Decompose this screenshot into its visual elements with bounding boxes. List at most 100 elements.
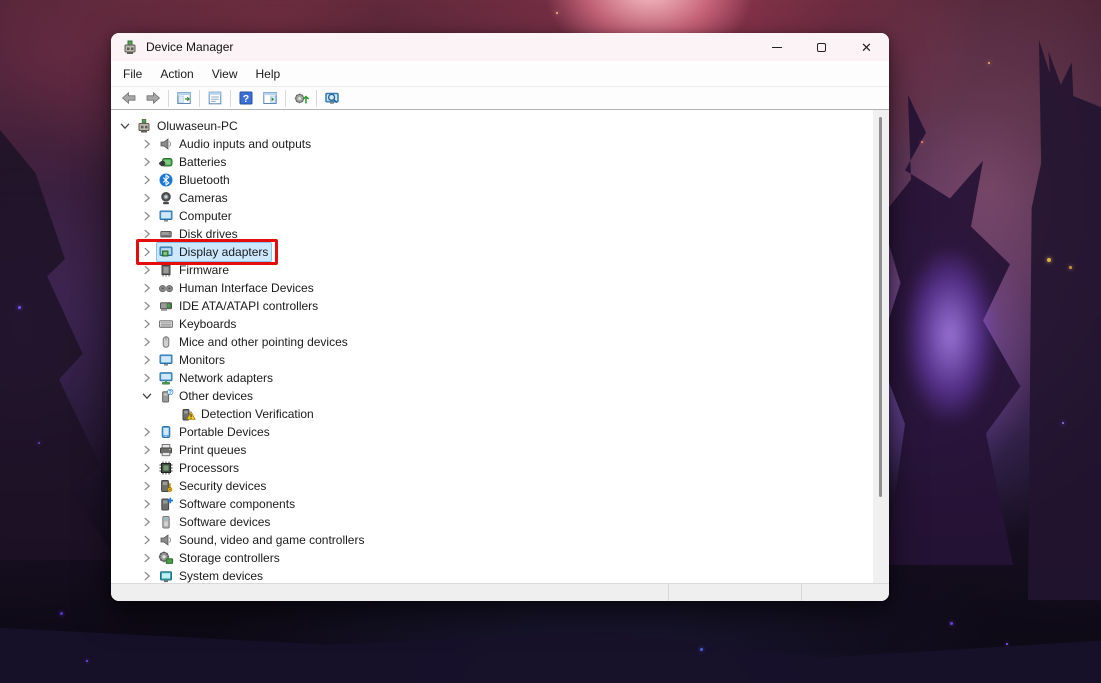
tree-item-oluwaseun-pc[interactable]: Oluwaseun-PC	[111, 117, 873, 135]
chevron-right-icon[interactable]	[140, 479, 154, 493]
tree-item-audio-inputs-and-outputs[interactable]: Audio inputs and outputs	[111, 135, 873, 153]
forward-button[interactable]	[141, 88, 165, 109]
tree-item-content[interactable]: Cameras	[156, 188, 232, 208]
action-pane-button[interactable]	[258, 88, 282, 109]
chevron-right-icon[interactable]	[140, 371, 154, 385]
content-area: Oluwaseun-PCAudio inputs and outputs Batt…	[111, 110, 889, 583]
vertical-scrollbar[interactable]	[873, 110, 889, 583]
chevron-right-icon[interactable]	[140, 533, 154, 547]
chevron-right-icon[interactable]	[140, 263, 154, 277]
chevron-right-icon[interactable]	[140, 209, 154, 223]
tree-item-content[interactable]: Mice and other pointing devices	[156, 332, 352, 352]
chevron-right-icon[interactable]	[140, 281, 154, 295]
annotation-red-box: Display adapters	[136, 239, 278, 265]
tree-item-content[interactable]: Network adapters	[156, 368, 277, 388]
tree-item-mice-and-other-pointing-devices[interactable]: Mice and other pointing devices	[111, 333, 873, 351]
tree-item-processors[interactable]: Processors	[111, 459, 873, 477]
tree-item-content[interactable]: Human Interface Devices	[156, 278, 318, 298]
status-cell-right	[802, 584, 889, 601]
tree-item-content[interactable]: Oluwaseun-PC	[134, 116, 242, 136]
tree-item-label: Batteries	[179, 155, 226, 169]
wallpaper-tower	[1028, 40, 1101, 600]
tree-item-content[interactable]: Processors	[156, 458, 243, 478]
minimize-button[interactable]	[754, 33, 799, 61]
tree-item-content[interactable]: IDE ATA/ATAPI controllers	[156, 296, 322, 316]
tree-item-cameras[interactable]: Cameras	[111, 189, 873, 207]
tree-item-content[interactable]: Print queues	[156, 440, 250, 460]
tree-item-content[interactable]: Portable Devices	[156, 422, 274, 442]
menu-action[interactable]: Action	[151, 63, 202, 85]
tree-item-content[interactable]: Keyboards	[156, 314, 240, 334]
tree-item-software-components[interactable]: Software components	[111, 495, 873, 513]
chevron-right-icon[interactable]	[140, 551, 154, 565]
tree-item-content[interactable]: Audio inputs and outputs	[156, 134, 315, 154]
tree-item-content[interactable]: Software components	[156, 494, 299, 514]
back-button[interactable]	[117, 88, 141, 109]
tree-item-software-devices[interactable]: Software devices	[111, 513, 873, 531]
maximize-button[interactable]	[799, 33, 844, 61]
tree-item-content[interactable]: Sound, video and game controllers	[156, 530, 368, 550]
close-button[interactable]: ✕	[844, 33, 889, 61]
tree-item-content[interactable]: ?Other devices	[156, 386, 257, 406]
menu-file[interactable]: File	[114, 63, 151, 85]
tree-item-content[interactable]: Batteries	[156, 152, 230, 172]
tree-item-content[interactable]: Display adapters	[156, 242, 272, 262]
tree-item-content[interactable]: System devices	[156, 566, 267, 583]
tree-item-label: Print queues	[179, 443, 246, 457]
chevron-right-icon[interactable]	[140, 569, 154, 583]
menu-help[interactable]: Help	[247, 63, 290, 85]
tree-item-label: Display adapters	[179, 245, 268, 259]
properties-button[interactable]	[203, 88, 227, 109]
tree-item-content[interactable]: Computer	[156, 206, 236, 226]
chevron-right-icon[interactable]	[140, 317, 154, 331]
show-console-tree-icon	[176, 90, 192, 106]
chevron-right-icon[interactable]	[140, 353, 154, 367]
tree-item-human-interface-devices[interactable]: Human Interface Devices	[111, 279, 873, 297]
tree-item-other-devices[interactable]: ?Other devices	[111, 387, 873, 405]
tree-item-network-adapters[interactable]: Network adapters	[111, 369, 873, 387]
chevron-right-icon[interactable]	[140, 425, 154, 439]
chevron-right-icon[interactable]	[140, 515, 154, 529]
chevron-right-icon[interactable]	[140, 245, 154, 259]
tree-item-keyboards[interactable]: Keyboards	[111, 315, 873, 333]
chevron-right-icon[interactable]	[140, 443, 154, 457]
tree-item-detection-verification[interactable]: Detection Verification	[111, 405, 873, 423]
tree-item-content[interactable]: Monitors	[156, 350, 229, 370]
tree-item-content[interactable]: Storage controllers	[156, 548, 284, 568]
tree-item-content[interactable]: Software devices	[156, 512, 274, 532]
tree-item-content[interactable]: Detection Verification	[178, 404, 318, 424]
tree-item-computer[interactable]: Computer	[111, 207, 873, 225]
tree-item-display-adapters[interactable]: Display adapters	[111, 243, 873, 261]
tree-item-ide-ata-atapi-controllers[interactable]: IDE ATA/ATAPI controllers	[111, 297, 873, 315]
tree-item-label: Audio inputs and outputs	[179, 137, 311, 151]
chevron-right-icon[interactable]	[140, 461, 154, 475]
chevron-right-icon[interactable]	[140, 155, 154, 169]
scrollbar-thumb[interactable]	[879, 117, 882, 497]
chevron-right-icon[interactable]	[140, 173, 154, 187]
chevron-right-icon[interactable]	[140, 299, 154, 313]
tree-item-system-devices[interactable]: System devices	[111, 567, 873, 583]
tree-item-storage-controllers[interactable]: Storage controllers	[111, 549, 873, 567]
particle-dot	[1062, 422, 1064, 424]
remote-computer-button[interactable]	[320, 88, 344, 109]
tree-item-batteries[interactable]: Batteries	[111, 153, 873, 171]
menu-view[interactable]: View	[203, 63, 247, 85]
tree-item-monitors[interactable]: Monitors	[111, 351, 873, 369]
tree-item-portable-devices[interactable]: Portable Devices	[111, 423, 873, 441]
chevron-right-icon[interactable]	[140, 497, 154, 511]
title-bar[interactable]: Device Manager ✕	[111, 33, 889, 61]
chevron-down-icon[interactable]	[140, 389, 154, 403]
tree-item-sound-video-and-game-controllers[interactable]: Sound, video and game controllers	[111, 531, 873, 549]
tree-item-bluetooth[interactable]: Bluetooth	[111, 171, 873, 189]
chevron-right-icon[interactable]	[140, 191, 154, 205]
chevron-right-icon[interactable]	[140, 137, 154, 151]
tree-item-print-queues[interactable]: Print queues	[111, 441, 873, 459]
tree-item-security-devices[interactable]: Security devices	[111, 477, 873, 495]
help-button[interactable]: ?	[234, 88, 258, 109]
chevron-right-icon[interactable]	[140, 335, 154, 349]
scan-hardware-changes-button[interactable]	[289, 88, 313, 109]
tree-item-content[interactable]: Bluetooth	[156, 170, 234, 190]
chevron-down-icon[interactable]	[118, 119, 132, 133]
tree-item-content[interactable]: Security devices	[156, 476, 270, 496]
show-console-tree-button[interactable]	[172, 88, 196, 109]
